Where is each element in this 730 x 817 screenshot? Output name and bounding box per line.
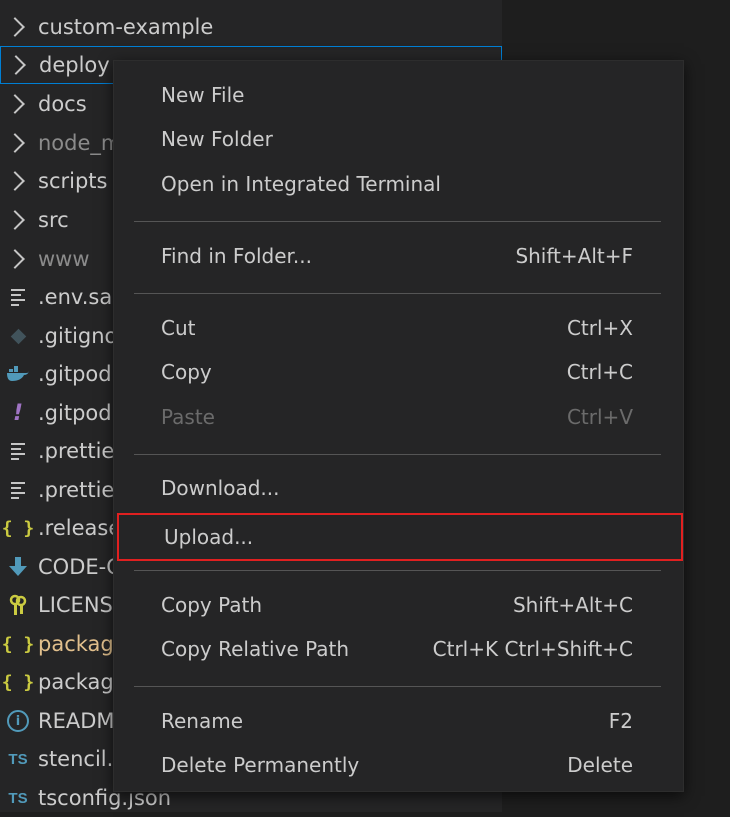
menu-item-label: Copy Relative Path — [161, 637, 350, 661]
menu-separator — [134, 221, 661, 222]
yaml-icon: ! — [12, 400, 24, 426]
tree-item-label: deploy — [39, 53, 110, 77]
tree-item-label: .gitpod. — [38, 401, 119, 425]
menu-item-shortcut: Ctrl+X — [566, 316, 633, 340]
menu-item-shortcut: Shift+Alt+C — [512, 593, 633, 617]
info-icon: i — [0, 710, 36, 732]
menu-item-label: Cut — [161, 316, 196, 340]
json-icon: { } — [1, 517, 35, 539]
tree-item-label: stencil.c — [38, 747, 125, 771]
menu-item-open-in-terminal[interactable]: Open in Integrated Terminal — [114, 164, 681, 204]
tree-item-label: scripts — [38, 169, 108, 193]
menu-item-label: Upload... — [164, 525, 254, 549]
menu-item-upload[interactable]: Upload... — [117, 513, 683, 561]
tree-item-label: www — [38, 247, 90, 271]
menu-item-shortcut: Shift+Alt+F — [515, 244, 633, 268]
menu-item-shortcut: Ctrl+C — [566, 360, 633, 384]
tree-item-label: CODE-C — [38, 555, 121, 579]
menu-item-find-in-folder[interactable]: Find in Folder... Shift+Alt+F — [114, 236, 681, 276]
menu-item-copy[interactable]: Copy Ctrl+C — [114, 352, 681, 392]
menu-separator — [134, 570, 661, 571]
menu-item-copy-path[interactable]: Copy Path Shift+Alt+C — [114, 585, 681, 625]
menu-item-shortcut: F2 — [608, 709, 633, 733]
text-file-icon — [0, 442, 36, 460]
git-icon — [0, 328, 36, 344]
text-file-icon — [0, 481, 36, 499]
menu-item-cut[interactable]: Cut Ctrl+X — [114, 308, 681, 348]
tree-item-label: custom-example — [38, 15, 214, 39]
download-arrow-icon — [0, 557, 36, 577]
menu-item-delete-permanently[interactable]: Delete Permanently Delete — [114, 745, 681, 785]
typescript-icon: TS — [8, 789, 28, 807]
menu-item-label: Copy — [161, 360, 212, 384]
chevron-right-icon — [1, 55, 37, 75]
menu-item-label: New Folder — [161, 127, 273, 151]
tree-item-label: .gitpod. — [38, 362, 119, 386]
tree-item-label: src — [38, 208, 69, 232]
tree-item-label: .prettier — [38, 439, 123, 463]
chevron-right-icon — [0, 171, 36, 191]
tree-item-label: .gitigno — [38, 324, 118, 348]
menu-item-shortcut: Ctrl+V — [566, 405, 633, 429]
menu-separator — [134, 293, 661, 294]
chevron-right-icon — [0, 210, 36, 230]
tree-item-label: .release — [38, 516, 122, 540]
menu-item-label: Download... — [161, 476, 280, 500]
text-file-icon — [0, 288, 36, 306]
menu-item-label: Paste — [161, 405, 215, 429]
menu-item-label: Delete Permanently — [161, 753, 360, 777]
menu-item-label: New File — [161, 83, 245, 107]
chevron-right-icon — [0, 249, 36, 269]
menu-item-label: Open in Integrated Terminal — [161, 172, 441, 196]
menu-item-shortcut: Ctrl+K Ctrl+Shift+C — [432, 637, 633, 661]
chevron-right-icon — [0, 17, 36, 37]
menu-item-paste: Paste Ctrl+V — [114, 397, 681, 437]
tree-item-label: docs — [38, 92, 87, 116]
context-menu: New File New Folder Open in Integrated T… — [113, 60, 684, 792]
tree-item-label: node_m — [38, 131, 122, 155]
tree-folder-custom-example[interactable]: custom-example — [0, 8, 502, 46]
info-glyph: i — [7, 710, 29, 732]
tree-item-label: .prettier — [38, 478, 123, 502]
menu-item-new-folder[interactable]: New Folder — [114, 119, 681, 159]
chevron-right-icon — [0, 94, 36, 114]
license-key-icon — [0, 594, 36, 616]
menu-item-download[interactable]: Download... — [114, 468, 681, 508]
json-icon: { } — [1, 633, 35, 655]
tree-item-label: LICENSI — [38, 593, 120, 617]
menu-item-label: Copy Path — [161, 593, 263, 617]
tree-item-label: READM — [38, 709, 115, 733]
menu-separator — [134, 686, 661, 687]
tree-item-label: .env.sar — [38, 285, 121, 309]
menu-item-label: Rename — [161, 709, 244, 733]
menu-item-rename[interactable]: Rename F2 — [114, 701, 681, 741]
menu-item-copy-relative-path[interactable]: Copy Relative Path Ctrl+K Ctrl+Shift+C — [114, 629, 681, 669]
docker-icon — [0, 366, 36, 382]
typescript-icon: TS — [8, 750, 28, 768]
menu-item-label: Find in Folder... — [161, 244, 312, 268]
chevron-right-icon — [0, 133, 36, 153]
menu-item-shortcut: Delete — [567, 753, 633, 777]
menu-separator — [134, 454, 661, 455]
menu-item-new-file[interactable]: New File — [114, 75, 681, 115]
json-icon: { } — [1, 671, 35, 693]
